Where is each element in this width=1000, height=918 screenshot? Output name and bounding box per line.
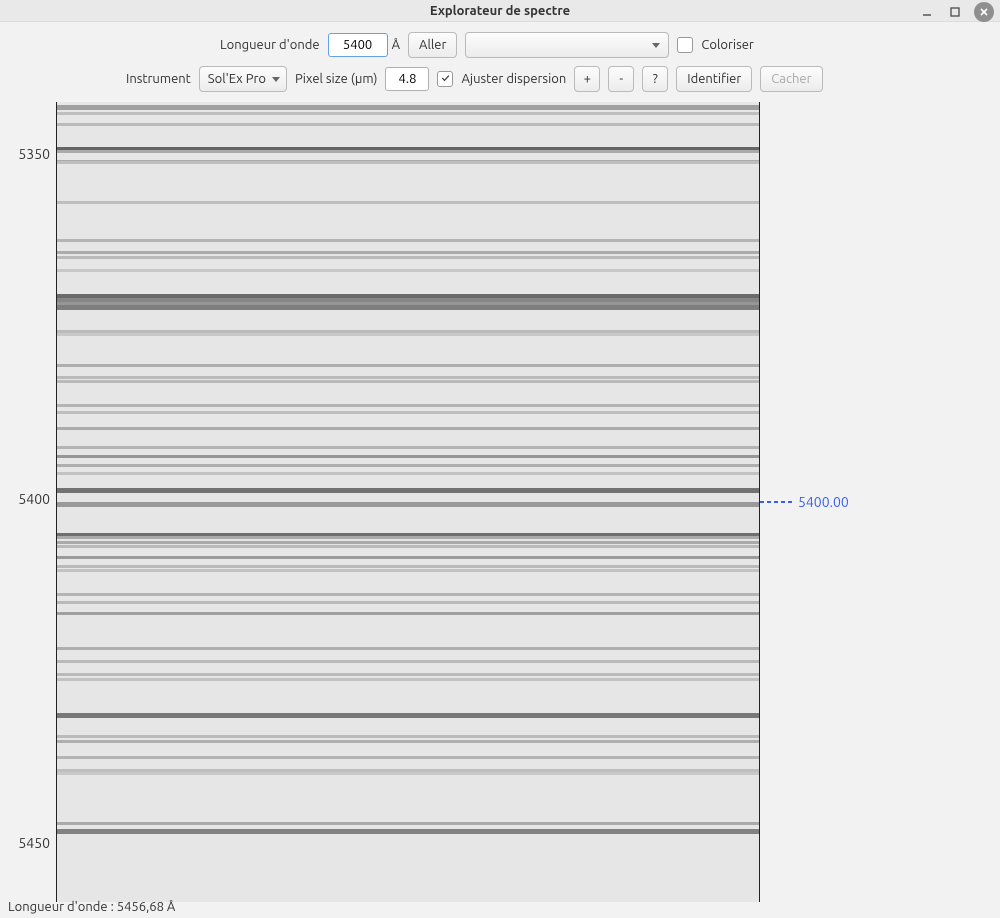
spectral-line [57,472,759,475]
axis-tick: 5400 [18,491,50,507]
spectral-line [57,735,759,738]
marker-dash [760,501,792,503]
spectral-line [57,660,759,663]
spectral-line [57,541,759,544]
spectral-line [57,333,759,336]
adjust-dispersion-label: Ajuster dispersion [461,72,566,86]
maximize-button[interactable] [946,3,964,21]
chevron-down-icon [272,77,280,82]
adjust-dispersion-checkbox[interactable] [437,71,453,87]
colorize-label: Coloriser [701,38,753,52]
titlebar: Explorateur de spectre [0,0,1000,22]
spectrum-container: 5350 5400 5450 5400.00 Longueur d'onde :… [0,102,1000,918]
spectral-line [57,565,759,568]
spectrum-area: 5350 5400 5450 5400.00 [0,102,1000,896]
toolbar-row-1: Longueur d'onde Å Aller Coloriser [0,28,1000,62]
chevron-down-icon [652,43,660,48]
spectral-line [57,569,759,572]
spectral-line [57,239,759,242]
spectral-line [57,678,759,681]
axis-tick: 5350 [18,146,50,162]
pixel-size-label: Pixel size (µm) [295,72,377,86]
plus-button[interactable]: + [574,66,600,92]
wavelength-marker: 5400.00 [760,494,849,510]
spectral-line [57,112,759,115]
wavelength-input[interactable] [328,33,388,57]
spectral-line [57,305,759,310]
colorize-checkbox[interactable] [677,37,693,53]
spectral-line [57,647,759,650]
spectral-line [57,772,759,775]
spectral-line [57,411,759,414]
spectral-line [57,123,759,126]
spectrum-plot[interactable] [56,102,760,902]
spectral-line [57,364,759,367]
status-bar: Longueur d'onde : 5456,68 Å [8,900,175,914]
spectral-line [57,105,759,110]
spectral-line [57,822,759,825]
line-select-dropdown[interactable] [465,32,669,58]
spectral-line [57,269,759,272]
toolbar: Longueur d'onde Å Aller Coloriser Instru… [0,22,1000,102]
spectral-line [57,427,759,430]
spectral-line [57,464,759,467]
spectral-line [57,601,759,604]
marker-value: 5400.00 [798,494,849,510]
spectral-line [57,404,759,407]
spectral-line [57,251,759,255]
spectral-line [57,161,759,164]
spectral-line [57,446,759,449]
spectral-line [57,545,759,548]
spectral-line [57,488,759,493]
go-button[interactable]: Aller [408,32,457,58]
spectral-line [57,713,759,718]
hide-button[interactable]: Cacher [760,66,822,92]
help-button[interactable]: ? [642,66,668,92]
window-controls [918,2,994,22]
spectral-line [57,376,759,379]
spectral-line [57,756,759,759]
toolbar-row-2: Instrument Sol'Ex Pro Pixel size (µm) Aj… [0,62,1000,96]
spectral-line [57,673,759,676]
spectral-line [57,740,759,743]
spectral-line [57,829,759,834]
instrument-value: Sol'Ex Pro [208,72,266,86]
spectral-line [57,256,759,259]
y-axis: 5350 5400 5450 [0,102,56,896]
minimize-button[interactable] [918,3,936,21]
wavelength-label: Longueur d'onde [220,38,320,52]
spectral-line [57,201,759,204]
spectral-line [57,556,759,559]
spectral-line [57,380,759,383]
spectral-line [57,593,759,596]
minus-button[interactable]: - [608,66,634,92]
pixel-size-input[interactable] [385,67,429,91]
spectral-line [57,150,759,153]
identify-button[interactable]: Identifier [676,66,752,92]
spectral-line [57,612,759,615]
window-title: Explorateur de spectre [430,4,570,18]
instrument-dropdown[interactable]: Sol'Ex Pro [199,66,287,92]
spectral-line [57,502,759,507]
axis-tick: 5450 [18,835,50,851]
spectral-line [57,455,759,459]
wavelength-unit: Å [392,38,400,52]
spectral-line [57,536,759,539]
instrument-label: Instrument [126,72,191,86]
close-button[interactable] [974,2,994,22]
